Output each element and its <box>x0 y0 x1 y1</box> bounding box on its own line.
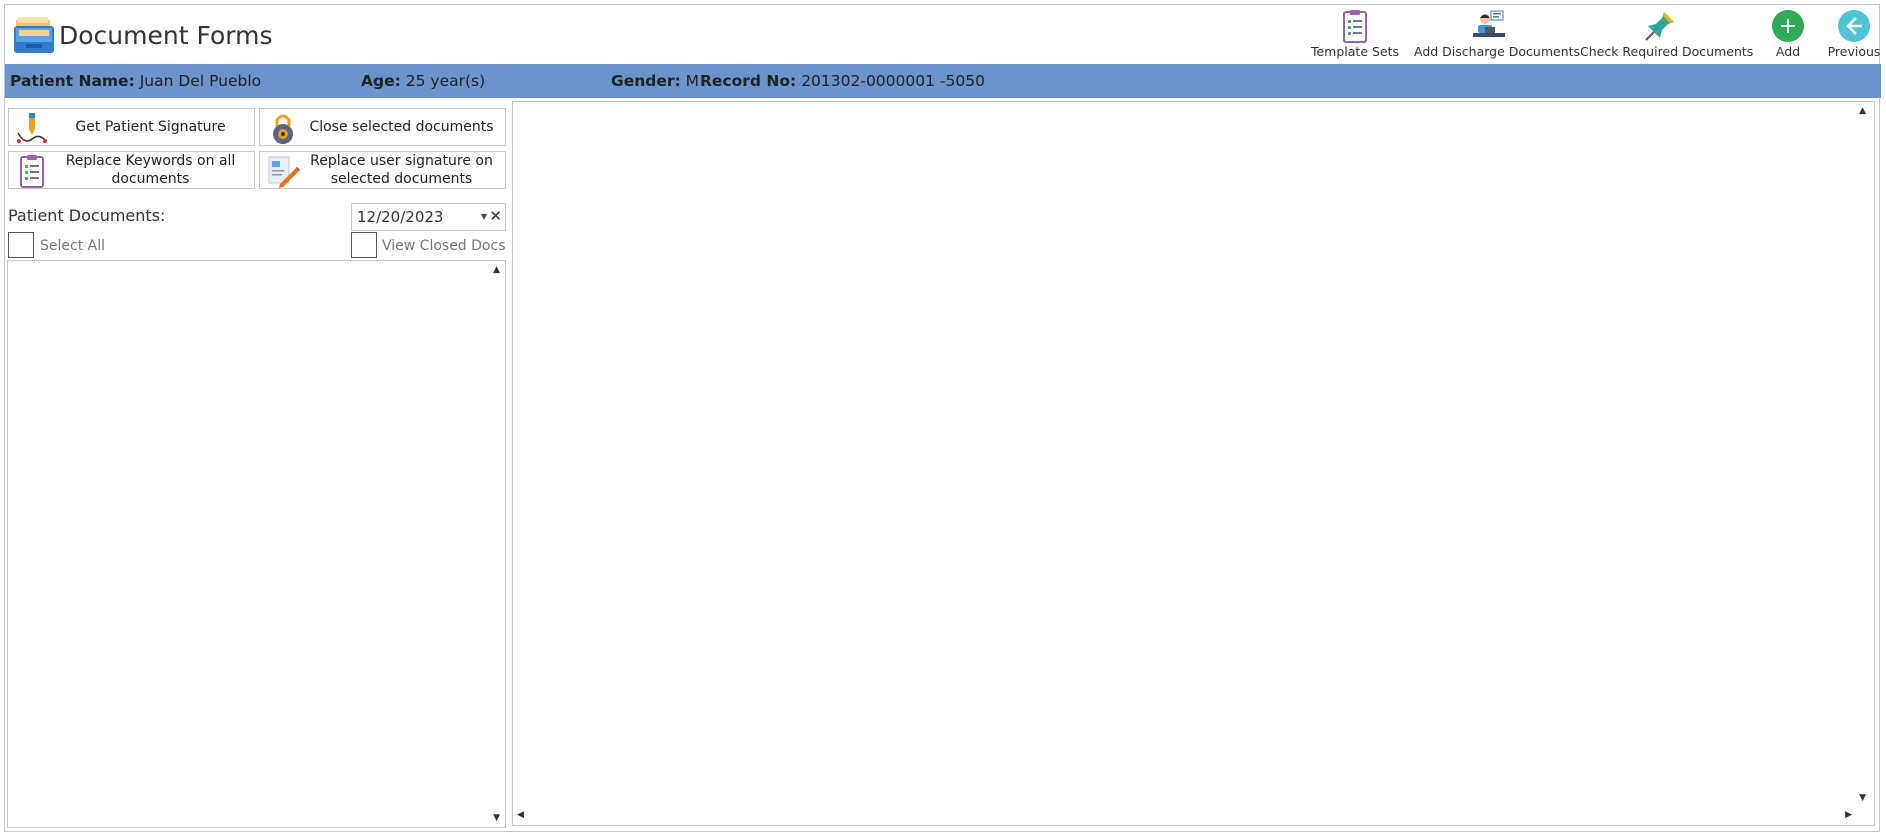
plus-circle-icon <box>1772 10 1804 42</box>
patient-name: Patient Name: Juan Del Pueblo <box>10 72 261 90</box>
viewer-scroll-right-icon[interactable]: ▶ <box>1845 810 1852 820</box>
patient-documents-list[interactable]: ▲ ▼ <box>7 260 506 828</box>
patient-name-label: Patient Name: <box>10 72 135 90</box>
patient-age: Age: 25 year(s) <box>361 72 485 90</box>
scroll-down-arrow-icon[interactable]: ▼ <box>493 813 500 823</box>
document-viewer[interactable]: ▲ ▼ ◀ ▶ <box>512 101 1875 826</box>
close-selected-documents-label: Close selected documents <box>309 119 494 135</box>
patient-gender: Gender: M <box>611 72 699 90</box>
document-tray-icon <box>14 17 54 53</box>
scroll-up-arrow-icon[interactable]: ▲ <box>493 265 500 275</box>
get-patient-signature-button[interactable]: Get Patient Signature <box>8 108 255 146</box>
replace-keywords-button[interactable]: Replace Keywords on all documents <box>8 151 255 189</box>
viewer-scroll-left-icon[interactable]: ◀ <box>517 810 524 820</box>
add-discharge-documents-button[interactable]: Add Discharge Documents <box>1414 6 1581 62</box>
template-sets-button[interactable]: Template Sets <box>1310 6 1400 62</box>
add-button[interactable]: Add <box>1760 6 1816 62</box>
patient-record: Record No: 201302-0000001 -5050 <box>700 72 985 90</box>
pushpin-icon <box>1645 12 1674 41</box>
replace-user-signature-label: Replace user signature on selected docum… <box>310 153 493 187</box>
replace-user-signature-button[interactable]: Replace user signature on selected docum… <box>259 151 506 189</box>
chevron-down-icon[interactable]: ▾ <box>481 209 487 223</box>
template-sets-label: Template Sets <box>1310 44 1400 59</box>
patient-info-bar: Patient Name: Juan Del Pueblo Age: 25 ye… <box>5 64 1881 98</box>
viewer-scroll-up-icon[interactable]: ▲ <box>1859 106 1866 116</box>
check-required-documents-button[interactable]: Check Required Documents <box>1580 6 1754 62</box>
select-all-checkbox[interactable] <box>8 232 34 258</box>
select-all-label: Select All <box>40 238 105 254</box>
patient-gender-label: Gender: <box>611 72 681 90</box>
patient-gender-value: M <box>685 72 700 90</box>
document-pencil-icon <box>268 156 300 188</box>
patient-documents-label: Patient Documents: <box>8 206 166 225</box>
page-title: Document Forms <box>59 21 273 50</box>
previous-button[interactable]: Previous <box>1826 6 1882 62</box>
padlock-icon <box>273 114 293 144</box>
add-discharge-documents-label: Add Discharge Documents <box>1414 44 1581 59</box>
clipboard-list-icon <box>1343 10 1367 43</box>
signature-pen-icon <box>17 113 47 143</box>
doctor-desk-icon <box>1473 10 1505 37</box>
view-closed-docs-checkbox[interactable] <box>351 232 377 258</box>
patient-name-value: Juan Del Pueblo <box>139 72 262 90</box>
document-date-picker[interactable]: 12/20/2023 ▾ ✕ <box>351 203 506 231</box>
close-selected-documents-button[interactable]: Close selected documents <box>259 108 506 146</box>
check-required-documents-label: Check Required Documents <box>1580 44 1754 59</box>
replace-keywords-label: Replace Keywords on all documents <box>65 153 236 187</box>
get-patient-signature-label: Get Patient Signature <box>75 119 226 135</box>
patient-record-label: Record No: <box>700 72 797 90</box>
patient-record-value: 201302-0000001 -5050 <box>801 72 985 90</box>
arrow-left-circle-icon <box>1838 10 1870 42</box>
patient-age-label: Age: <box>361 72 401 90</box>
document-date-value: 12/20/2023 <box>357 208 444 226</box>
previous-label: Previous <box>1827 44 1881 59</box>
view-closed-docs-label: View Closed Docs <box>382 238 506 254</box>
clipboard-list-icon <box>20 155 44 188</box>
clear-date-icon[interactable]: ✕ <box>489 207 502 225</box>
patient-age-value: 25 year(s) <box>405 72 486 90</box>
viewer-scroll-down-icon[interactable]: ▼ <box>1859 793 1866 803</box>
header: Document Forms Template Sets Add Dischar… <box>0 0 1886 64</box>
add-label: Add <box>1775 44 1801 59</box>
